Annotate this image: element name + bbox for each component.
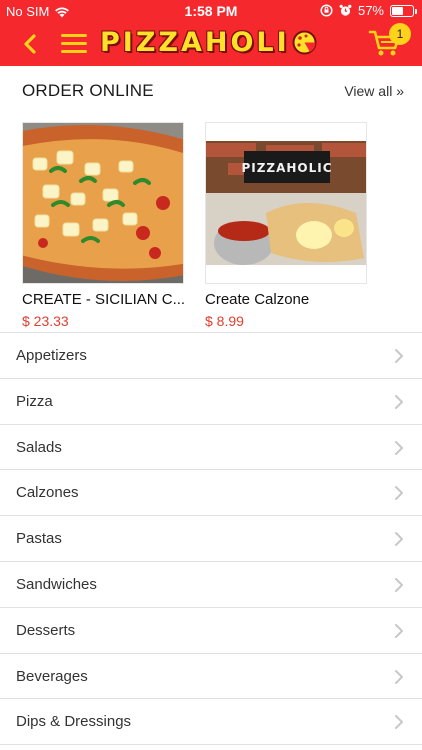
nav-bar: PIZZAHOLI 1 [0, 22, 422, 66]
product-image-calzone: PIZZAHOLIC [205, 122, 367, 284]
category-label: Calzones [16, 484, 79, 502]
category-label: Dips & Dressings [16, 713, 132, 731]
app-logo: PIZZAHOLI [100, 26, 317, 58]
chevron-right-icon [395, 394, 403, 409]
logo-text: PIZZAHOLI [100, 26, 290, 58]
product-image-pizza [22, 122, 184, 284]
chevron-right-icon [395, 715, 403, 730]
back-chevron-icon[interactable] [18, 30, 42, 58]
orientation-lock-icon [320, 4, 333, 17]
cart-count-badge: 1 [389, 23, 411, 45]
battery-icon [390, 4, 417, 17]
category-label: Appetizers [16, 347, 87, 364]
category-item-pastas[interactable]: Pastas [0, 516, 422, 562]
category-label: Pastas [16, 530, 62, 548]
category-item-beverages[interactable]: Beverages [0, 654, 422, 700]
app-header: No SIM 1:58 PM 57% PIZZAHOLI 1 [0, 0, 422, 66]
calzone-image-brand: PIZZAHOLIC [241, 161, 332, 175]
category-item-appetizers[interactable]: Appetizers [0, 333, 422, 379]
chevron-right-icon [395, 577, 403, 592]
category-label: Sandwiches [16, 575, 97, 593]
status-bar: No SIM 1:58 PM 57% [0, 0, 422, 22]
category-item-pizza[interactable]: Pizza [0, 379, 422, 425]
section-title: ORDER ONLINE [22, 81, 154, 100]
category-label: Pizza [16, 392, 53, 410]
product-price: $ 8.99 [205, 313, 244, 329]
category-item-desserts[interactable]: Desserts [0, 608, 422, 654]
status-right: 57% [320, 3, 417, 18]
product-card-sicilian[interactable]: CREATE - SICILIAN C... $ 23.33 [22, 122, 184, 329]
view-all-link[interactable]: View all » [344, 83, 404, 99]
battery-percent: 57% [357, 3, 384, 18]
pizza-logo-icon [292, 30, 317, 54]
product-name: CREATE - SICILIAN C... [22, 291, 184, 308]
chevron-right-icon [395, 532, 403, 547]
alarm-icon [339, 4, 352, 16]
category-item-calzones[interactable]: Calzones [0, 470, 422, 517]
category-list: Appetizers Pizza Salads Calzones Pastas … [0, 332, 422, 746]
chevron-right-icon [395, 486, 403, 501]
product-name: Create Calzone [205, 291, 310, 308]
hamburger-menu-icon[interactable] [61, 34, 87, 54]
chevron-right-icon [395, 623, 403, 638]
battery-fill [392, 6, 403, 15]
category-item-sandwiches[interactable]: Sandwiches [0, 562, 422, 608]
category-item-dips-dressings[interactable]: Dips & Dressings [0, 699, 422, 746]
chevron-right-icon [395, 440, 403, 455]
product-card-calzone[interactable]: PIZZAHOLIC Create Calzone $ 8.99 [205, 122, 367, 329]
category-item-salads[interactable]: Salads [0, 425, 422, 471]
chevron-right-icon [395, 669, 403, 684]
category-label: Beverages [16, 667, 88, 685]
category-label: Salads [16, 438, 62, 456]
category-label: Desserts [16, 621, 76, 639]
chevron-right-icon [395, 349, 403, 363]
product-price: $ 23.33 [22, 313, 69, 329]
